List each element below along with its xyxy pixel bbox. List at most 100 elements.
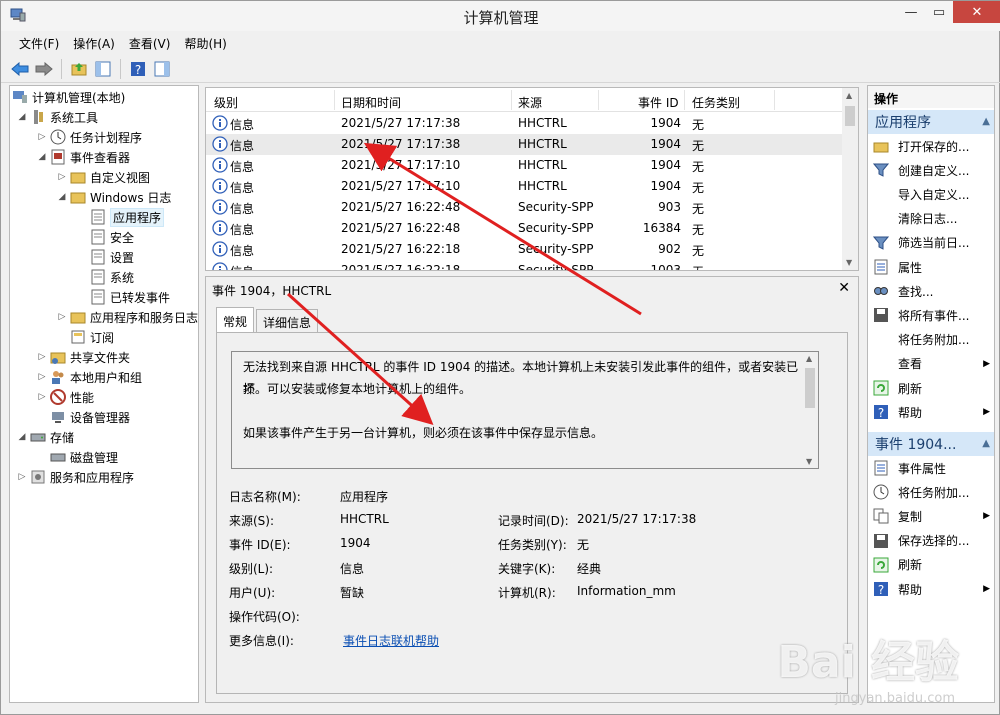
action-item[interactable]: 保存选择的... <box>868 529 994 553</box>
tree-item-security[interactable]: 安全 <box>90 227 134 247</box>
scrollbar-thumb[interactable] <box>845 106 855 126</box>
event-list-scrollbar[interactable]: ▲ ▼ <box>842 88 858 270</box>
actions-section-application[interactable]: 应用程序 ▲ <box>868 110 994 134</box>
collapsed-chevron-icon[interactable]: ▷ <box>36 352 48 362</box>
tab-details[interactable]: 详细信息 <box>256 309 319 333</box>
action-item[interactable]: 属性 <box>868 255 994 279</box>
action-item[interactable]: 清除日志... <box>868 207 994 231</box>
show-hide-tree-button[interactable] <box>92 58 114 80</box>
action-item[interactable]: 事件属性 <box>868 456 994 480</box>
tab-general[interactable]: 常规 <box>216 307 255 333</box>
collapsed-chevron-icon[interactable]: ▷ <box>36 372 48 382</box>
tree-item-custom-views[interactable]: ▷ 自定义视图 <box>56 167 150 187</box>
menu-help[interactable]: 帮助(H) <box>178 32 234 54</box>
action-item[interactable]: 筛选当前日... <box>868 231 994 255</box>
description-scrollbar[interactable]: ▲ ▼ <box>802 352 818 468</box>
expanded-chevron-icon[interactable]: ◢ <box>56 192 68 202</box>
event-row[interactable]: 信息 2021/5/27 16:22:48 Security-SPP 903 无 <box>206 197 844 218</box>
scroll-down-icon[interactable]: ▼ <box>846 258 852 267</box>
actions-section-event[interactable]: 事件 1904... ▲ <box>868 432 994 456</box>
action-item[interactable]: 将所有事件... <box>868 303 994 327</box>
tree-item-performance[interactable]: ▷ 性能 <box>36 387 94 407</box>
column-divider[interactable] <box>511 90 512 110</box>
column-level[interactable]: 级别 <box>214 94 238 111</box>
action-item[interactable]: 创建自定义... <box>868 158 994 182</box>
column-event-id[interactable]: 事件 ID <box>638 94 679 111</box>
event-description-box[interactable]: 无法找到来自源 HHCTRL 的事件 ID 1904 的描述。本地计算机上未安装… <box>231 351 819 469</box>
expanded-chevron-icon[interactable]: ◢ <box>36 152 48 162</box>
minimize-button[interactable]: — <box>897 1 925 23</box>
tree-item-system-tools[interactable]: ◢ 系统工具 <box>16 107 98 127</box>
tree-item-system[interactable]: 系统 <box>90 267 134 287</box>
scroll-up-icon[interactable]: ▲ <box>846 91 852 100</box>
action-item[interactable]: ? 帮助 ▶ <box>868 400 994 424</box>
event-row[interactable]: 信息 2021/5/27 16:22:18 Security-SPP 902 无 <box>206 239 844 260</box>
tree-item-services-applications[interactable]: ▷ 服务和应用程序 <box>16 467 134 487</box>
tree-item-task-scheduler[interactable]: ▷ 任务计划程序 <box>36 127 142 147</box>
action-item[interactable]: 将任务附加... <box>868 480 994 504</box>
column-divider[interactable] <box>774 90 775 110</box>
menu-view[interactable]: 查看(V) <box>123 32 179 54</box>
event-row[interactable]: 信息 2021/5/27 16:22:48 Security-SPP 16384 无 <box>206 218 844 239</box>
tree-item-application[interactable]: 应用程序 <box>90 207 165 227</box>
event-id-label: 事件 ID(E): <box>229 538 291 552</box>
close-button[interactable]: ✕ <box>953 1 1000 23</box>
action-label: 导入自定义... <box>898 187 970 202</box>
action-item[interactable]: 导入自定义... <box>868 182 994 206</box>
scroll-down-icon[interactable]: ▼ <box>806 457 812 466</box>
tree-item-subscriptions[interactable]: 订阅 <box>70 327 114 347</box>
folder-icon <box>70 189 86 205</box>
menu-action[interactable]: 操作(A) <box>67 32 123 54</box>
help-button[interactable]: ? <box>127 58 149 80</box>
collapsed-chevron-icon[interactable]: ▷ <box>56 172 68 182</box>
column-divider[interactable] <box>598 90 599 110</box>
action-item[interactable]: 刷新 <box>868 376 994 400</box>
column-divider[interactable] <box>684 90 685 110</box>
collapsed-chevron-icon[interactable]: ▷ <box>16 472 28 482</box>
expanded-chevron-icon[interactable]: ◢ <box>16 432 28 442</box>
tree-item-local-users-groups[interactable]: ▷ 本地用户和组 <box>36 367 142 387</box>
column-date[interactable]: 日期和时间 <box>341 94 401 111</box>
back-button[interactable] <box>9 58 31 80</box>
tree-item-device-manager[interactable]: 设备管理器 <box>50 407 130 427</box>
close-detail-icon[interactable]: ✕ <box>838 280 850 296</box>
scroll-up-icon[interactable]: ▲ <box>806 354 812 363</box>
tree-item-forwarded-events[interactable]: 已转发事件 <box>90 287 170 307</box>
action-item[interactable]: 查看 ▶ <box>868 352 994 376</box>
tree-item-disk-management[interactable]: 磁盘管理 <box>50 447 118 467</box>
tree-item-app-services-logs[interactable]: ▷ 应用程序和服务日志 <box>56 307 198 327</box>
event-log-online-help-link[interactable]: 事件日志联机帮助 <box>343 632 439 649</box>
tree-item-event-viewer[interactable]: ◢ 事件查看器 <box>36 147 130 167</box>
event-row[interactable]: 信息 2021/5/27 17:17:38 HHCTRL 1904 无 <box>206 134 844 155</box>
collapse-up-icon[interactable]: ▲ <box>982 438 990 449</box>
tree-item-shared-folders[interactable]: ▷ 共享文件夹 <box>36 347 130 367</box>
action-item[interactable]: ? 帮助 ▶ <box>868 577 994 601</box>
collapsed-chevron-icon[interactable]: ▷ <box>36 132 48 142</box>
action-item[interactable]: 将任务附加... <box>868 328 994 352</box>
action-item[interactable]: 查找... <box>868 279 994 303</box>
tree-item-windows-logs[interactable]: ◢ Windows 日志 <box>56 187 172 207</box>
event-row[interactable]: 信息 2021/5/27 17:17:38 HHCTRL 1904 无 <box>206 113 844 134</box>
collapsed-chevron-icon[interactable]: ▷ <box>56 312 68 322</box>
column-divider[interactable] <box>334 90 335 110</box>
event-row[interactable]: 信息 2021/5/27 17:17:10 HHCTRL 1904 无 <box>206 155 844 176</box>
action-item[interactable]: 复制 ▶ <box>868 504 994 528</box>
tree-item-setup[interactable]: 设置 <box>90 247 134 267</box>
show-action-pane-button[interactable] <box>151 58 173 80</box>
tree-item-storage[interactable]: ◢ 存储 <box>16 427 74 447</box>
tree-item-computer-management[interactable]: 计算机管理(本地) <box>12 87 125 107</box>
column-source[interactable]: 来源 <box>518 94 542 111</box>
action-item[interactable]: 刷新 <box>868 553 994 577</box>
menu-file[interactable]: 文件(F) <box>13 32 67 54</box>
column-task-category[interactable]: 任务类别 <box>692 94 740 111</box>
forward-button[interactable] <box>33 58 55 80</box>
event-row[interactable]: 信息 2021/5/27 17:17:10 HHCTRL 1904 无 <box>206 176 844 197</box>
collapse-up-icon[interactable]: ▲ <box>982 116 990 127</box>
action-item[interactable]: 打开保存的... <box>868 134 994 158</box>
expanded-chevron-icon[interactable]: ◢ <box>16 112 28 122</box>
scrollbar-thumb[interactable] <box>805 368 815 408</box>
up-folder-button[interactable] <box>68 58 90 80</box>
maximize-button[interactable]: ▭ <box>925 1 953 23</box>
event-row[interactable]: 信息 2021/5/27 16:22:18 Security-SPP 1003 无 <box>206 260 844 270</box>
collapsed-chevron-icon[interactable]: ▷ <box>36 392 48 402</box>
